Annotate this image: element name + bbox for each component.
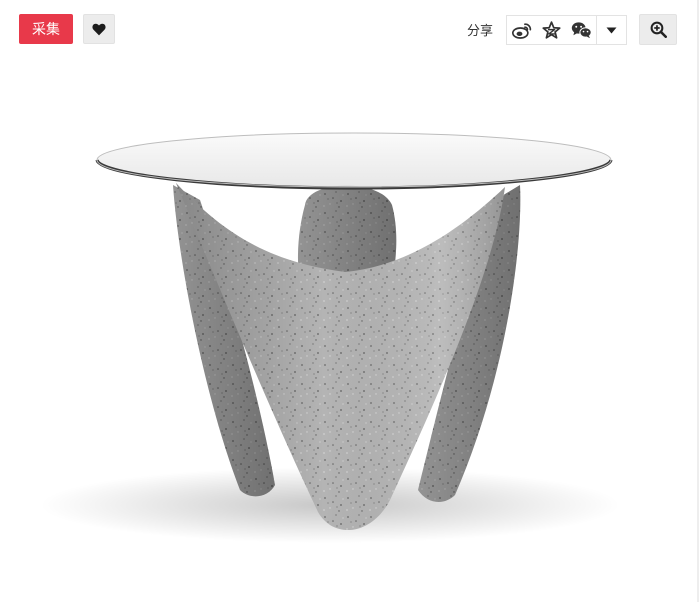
share-label: 分享	[467, 24, 494, 39]
weibo-icon	[511, 22, 532, 39]
share-more-dropdown[interactable]	[596, 16, 626, 44]
toolbar: 采集 分享	[0, 0, 699, 60]
like-button[interactable]	[83, 14, 115, 44]
share-weibo-button[interactable]	[507, 16, 537, 44]
image-viewer: 采集 分享	[0, 0, 699, 602]
zoom-button[interactable]	[639, 14, 677, 45]
share-button-group	[506, 15, 627, 45]
qzone-star-icon	[542, 21, 561, 39]
share-qzone-button[interactable]	[537, 16, 567, 44]
product-image	[0, 60, 699, 602]
collect-button-label: 采集	[32, 22, 60, 38]
share-wechat-button[interactable]	[567, 16, 597, 44]
heart-icon	[92, 23, 106, 35]
zoom-in-icon	[650, 21, 667, 38]
caret-down-icon	[606, 27, 617, 33]
collect-button[interactable]: 采集	[19, 14, 73, 44]
concrete-table-illustration	[40, 132, 620, 543]
wechat-icon	[571, 22, 592, 39]
